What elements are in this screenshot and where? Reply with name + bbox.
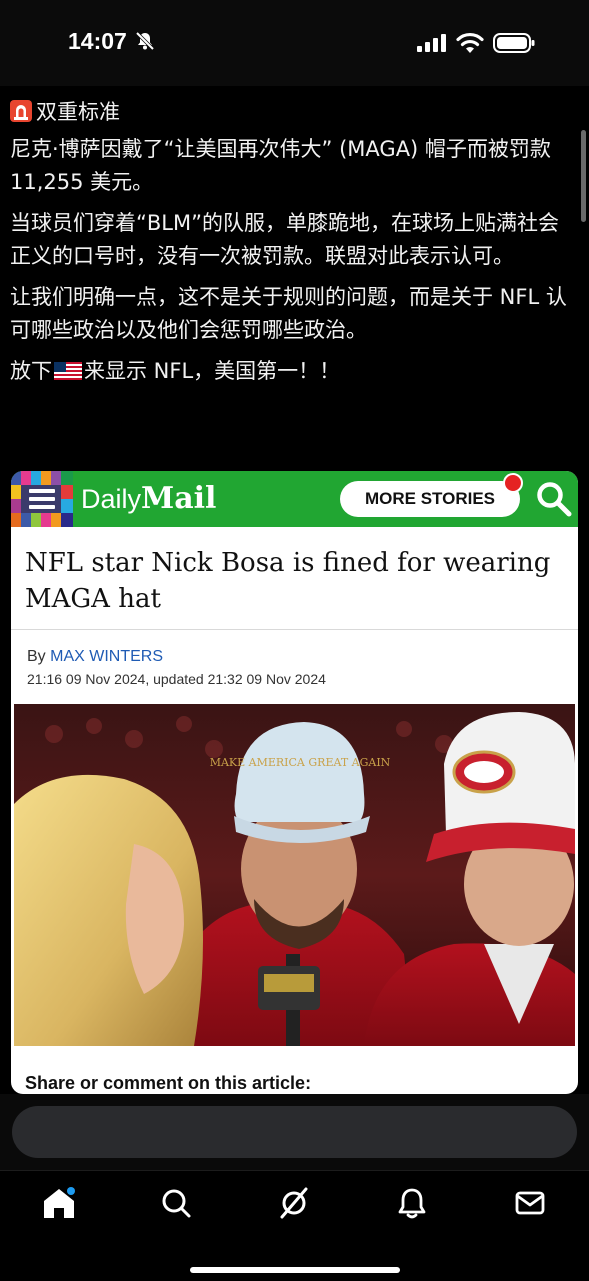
article-dateline: 21:16 09 Nov 2024, updated 21:32 09 Nov … (27, 671, 326, 687)
more-stories-button[interactable]: MORE STORIES (340, 481, 520, 517)
share-label: Share or comment on this article: (25, 1073, 312, 1093)
bottom-nav (0, 1170, 589, 1281)
home-indicator[interactable] (190, 1267, 400, 1273)
us-flag-icon (54, 362, 82, 380)
divider (11, 629, 578, 630)
dailymail-header: DailyMail MORE STORIES (11, 471, 578, 527)
scrollbar[interactable] (581, 130, 586, 222)
post-headline-text: 双重标准 (36, 100, 120, 124)
article-photo: MAKE AMERICA GREAT AGAIN (14, 704, 575, 1046)
article-image[interactable]: DailyMail MORE STORIES NFL star Nick Bos… (11, 471, 578, 1094)
status-time: 14:07 (68, 28, 127, 54)
nav-notifications-button[interactable] (394, 1185, 430, 1221)
signal-icon (417, 34, 446, 52)
siren-icon (10, 100, 32, 122)
post-paragraph: 当球员们穿着“BLM”的队服，单膝跪地，在球场上贴满社会正义的口号时，没有一次被… (10, 211, 559, 268)
nav-grok-button[interactable] (276, 1185, 312, 1221)
messages-icon (515, 1191, 545, 1215)
wifi-icon (456, 32, 484, 53)
bell-muted-icon (135, 31, 155, 51)
post-paragraph: 尼克·博萨因戴了“让美国再次伟大” (MAGA) 帽子而被罚款 11,255 美… (10, 137, 551, 194)
grok-icon (280, 1187, 308, 1219)
logo-mail: Mail (141, 481, 217, 516)
hat-text: MAKE AMERICA GREAT AGAIN (210, 756, 391, 769)
post-closing-end: 来显示 NFL，美国第一！！ (84, 359, 341, 383)
dailymail-logo[interactable]: DailyMail (81, 481, 216, 517)
author-link[interactable]: MAX WINTERS (50, 648, 163, 665)
nav-messages-button[interactable] (512, 1185, 548, 1221)
reply-input[interactable] (12, 1106, 577, 1158)
post-closing-start: 放下 (10, 359, 52, 383)
reply-area (0, 1094, 589, 1170)
byline-prefix: By (27, 648, 51, 665)
post-body: 双重标准 尼克·博萨因戴了“让美国再次伟大” (MAGA) 帽子而被罚款 11,… (10, 96, 572, 396)
post-headline: 双重标准 (10, 96, 572, 129)
nav-home-button[interactable] (41, 1185, 77, 1221)
article-title: NFL star Nick Bosa is fined for wearing … (25, 548, 551, 614)
menu-icon (11, 471, 73, 527)
post-paragraph: 让我们明确一点，这不是关于规则的问题，而是关于 NFL 认可哪些政治以及他们会惩… (10, 285, 567, 342)
home-icon (44, 1187, 75, 1218)
notifications-icon (398, 1188, 426, 1219)
search-icon (162, 1189, 191, 1218)
post-closing: 放下 来显示 NFL，美国第一！！ (10, 355, 572, 388)
byline: By MAX WINTERS (27, 648, 163, 666)
battery-icon (493, 33, 535, 53)
logo-daily: Daily (81, 484, 142, 514)
status-bar: 14:07 (0, 0, 589, 86)
search-icon[interactable] (535, 480, 573, 518)
nav-search-button[interactable] (158, 1185, 194, 1221)
notification-dot (503, 473, 523, 493)
